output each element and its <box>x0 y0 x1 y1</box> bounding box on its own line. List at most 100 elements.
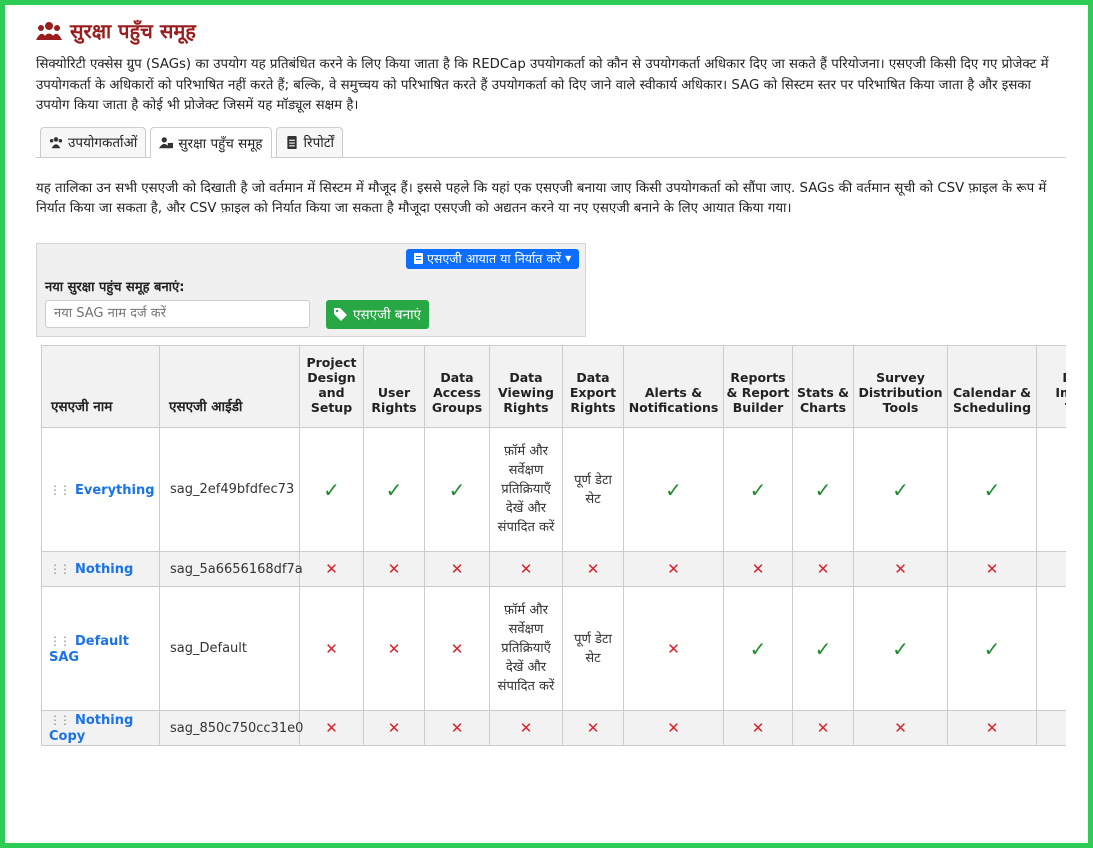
cross-icon: ✕ <box>519 560 533 578</box>
tab-bar: उपयोगकर्ताओं सुरक्षा पहुँच समूह रिपोर्टो… <box>36 126 1066 158</box>
permission-cell: ✓ <box>424 427 490 552</box>
column-header: Data Access Groups <box>424 345 490 428</box>
cross-icon: ✕ <box>985 719 999 737</box>
cross-icon: ✕ <box>586 719 600 737</box>
cross-icon: ✕ <box>325 560 338 578</box>
permission-cell: ✕ <box>623 551 724 587</box>
check-icon: ✓ <box>665 477 682 502</box>
header-row: एसएजी नाम एसएजी आईडी Project Design and Se… <box>41 345 1066 428</box>
permission-cell: ✓ <box>853 427 948 552</box>
sag-name-link[interactable]: Everything <box>75 483 155 498</box>
check-icon: ✓ <box>749 636 767 661</box>
file-csv-icon <box>414 253 423 264</box>
tab-reports[interactable]: रिपोर्टों <box>275 126 344 157</box>
permission-cell: ✕ <box>792 551 854 587</box>
sag-name-cell: ⋮⋮ Everything <box>41 427 160 552</box>
sag-table-header: एसएजी नाम एसएजी आईडी Project Design and Se… <box>41 345 1066 428</box>
sag-id-cell: sag_850c750cc31e0 <box>159 710 303 746</box>
check-icon: ✓ <box>983 477 1001 502</box>
column-header: Stats & Charts <box>792 345 854 428</box>
permission-text-cell: फ़ॉर्म और सर्वेक्षण प्रतिक्रियाएँ देखें … <box>489 427 563 552</box>
permission-cell: ✕ <box>562 551 624 587</box>
cross-icon: ✕ <box>450 639 464 658</box>
page-title: सुरक्षा पहुँच समूह <box>36 17 1066 44</box>
tab-security-access-groups[interactable]: सुरक्षा पहुँच समूह <box>150 126 272 158</box>
permission-cell: ✓ <box>363 427 425 552</box>
permission-text: फ़ॉर्म और सर्वेक्षण प्रतिक्रियाएँ देखें … <box>497 444 555 535</box>
permission-cell: ✕ <box>947 551 1037 587</box>
table-row: ⋮⋮ Nothing Copy sag_850c750cc31e0 ✕ ✕ ✕ ✕ ✕ ✕ ✕ ✕ ✕… <box>41 710 1066 746</box>
table-row: ⋮⋮ Everything sag_2ef49bfdfec73 ✓ ✓ ✓ फ़ॉर्म औ… <box>41 427 1066 552</box>
create-sag-button[interactable]: एसएजी बनाएं <box>326 299 430 329</box>
permission-cell: ✓ <box>1036 427 1066 552</box>
intro-text: सिक्योरिटी एक्सेस ग्रुप (SAGs) का उपयोग … <box>36 57 1049 113</box>
caret-down-icon: ▼ <box>565 254 572 263</box>
cross-icon: ✕ <box>325 719 338 737</box>
drag-handle-icon[interactable]: ⋮⋮ <box>49 713 71 727</box>
cross-icon: ✕ <box>667 560 680 578</box>
column-header: Project Design and Setup <box>299 345 364 428</box>
permission-cell: ✕ <box>1036 551 1066 587</box>
permission-cell: ✕ <box>363 710 425 746</box>
tab-users[interactable]: उपयोगकर्ताओं <box>40 126 147 157</box>
permission-cell: ✕ <box>792 710 854 746</box>
cross-icon: ✕ <box>325 639 338 658</box>
drag-handle-icon[interactable]: ⋮⋮ <box>49 634 71 648</box>
drag-handle-icon[interactable]: ⋮⋮ <box>49 562 71 576</box>
permission-cell: ✓ <box>723 586 793 711</box>
permission-cell: ✕ <box>1036 586 1066 711</box>
tab-users-label: उपयोगकर्ताओं <box>68 135 138 151</box>
import-export-button[interactable]: एसएजी आयात या निर्यात करें ▼ <box>406 248 580 269</box>
cross-icon: ✕ <box>387 639 401 658</box>
permission-text-cell: पूर्ण डेटा सेट <box>562 427 624 552</box>
check-icon: ✓ <box>892 636 909 661</box>
column-header: Data Import Tool <box>1036 345 1066 428</box>
cross-icon: ✕ <box>816 719 830 737</box>
page-content: सुरक्षा पहुँच समूह सिक्योरिटी एक्सेस ग्र… <box>36 13 1066 337</box>
check-icon: ✓ <box>814 636 832 661</box>
permission-text-cell: पूर्ण डेटा सेट <box>562 586 624 711</box>
permission-cell: ✕ <box>363 551 425 587</box>
table-row: ⋮⋮ Nothing sag_5a6656168df7a ✕ ✕ ✕ ✕ ✕ ✕ ✕ ✕ ✕ ✕ ✕ <box>41 551 1066 587</box>
page-title-text: सुरक्षा पहुँच समूह <box>70 19 196 43</box>
permission-cell: ✓ <box>299 427 364 552</box>
permission-cell: ✕ <box>489 551 563 587</box>
table-description: यह तालिका उन सभी एसएजी को दिखाती है जो व… <box>36 180 1047 216</box>
create-sag-label: नया सुरक्षा पहुंच समूह बनाएं: <box>45 279 185 295</box>
permission-cell: ✕ <box>623 710 724 746</box>
permission-text-cell: फ़ॉर्म और सर्वेक्षण प्रतिक्रियाएँ देखें … <box>489 586 563 711</box>
permission-cell: ✕ <box>299 551 364 587</box>
user-lock-icon <box>159 137 174 149</box>
column-header: Reports & Report Builder <box>723 345 793 428</box>
permission-cell: ✕ <box>853 710 948 746</box>
check-icon: ✓ <box>749 477 767 502</box>
permission-text: फ़ॉर्म और सर्वेक्षण प्रतिक्रियाएँ देखें … <box>497 603 555 694</box>
sag-name-cell: ⋮⋮ Default SAG <box>41 586 160 711</box>
cross-icon: ✕ <box>751 719 765 737</box>
cross-icon: ✕ <box>894 560 907 578</box>
permission-cell: ✓ <box>723 427 793 552</box>
sag-name-cell: ⋮⋮ Nothing <box>41 551 160 587</box>
users-icon <box>36 21 62 40</box>
drag-handle-icon[interactable]: ⋮⋮ <box>49 483 71 497</box>
tab-security-access-groups-label: सुरक्षा पहुँच समूह <box>178 135 263 152</box>
sag-id-cell: sag_Default <box>159 586 300 711</box>
permission-cell: ✕ <box>489 710 563 746</box>
column-header: Alerts & Notifications <box>623 345 724 428</box>
cross-icon: ✕ <box>751 560 765 578</box>
permission-cell: ✓ <box>792 427 854 552</box>
permission-text: पूर्ण डेटा सेट <box>574 472 612 507</box>
cross-icon: ✕ <box>586 560 600 578</box>
sag-name-input[interactable] <box>45 299 310 328</box>
sag-id-cell: sag_2ef49bfdfec73 <box>159 427 300 552</box>
column-header: Data Export Rights <box>562 345 624 428</box>
cross-icon: ✕ <box>450 719 464 737</box>
create-sag-panel: एसएजी आयात या निर्यात करें ▼ नया सुरक्षा… <box>36 242 586 337</box>
permission-text: पूर्ण डेटा सेट <box>574 631 612 666</box>
sag-table-body: ⋮⋮ Everything sag_2ef49bfdfec73 ✓ ✓ ✓ फ़ॉर्म औ… <box>41 427 1066 746</box>
sag-name-link[interactable]: Nothing <box>75 562 133 577</box>
cross-icon: ✕ <box>387 560 401 578</box>
cross-icon: ✕ <box>519 719 533 737</box>
permission-cell: ✓ <box>623 427 724 552</box>
permission-cell: ✕ <box>363 586 425 711</box>
